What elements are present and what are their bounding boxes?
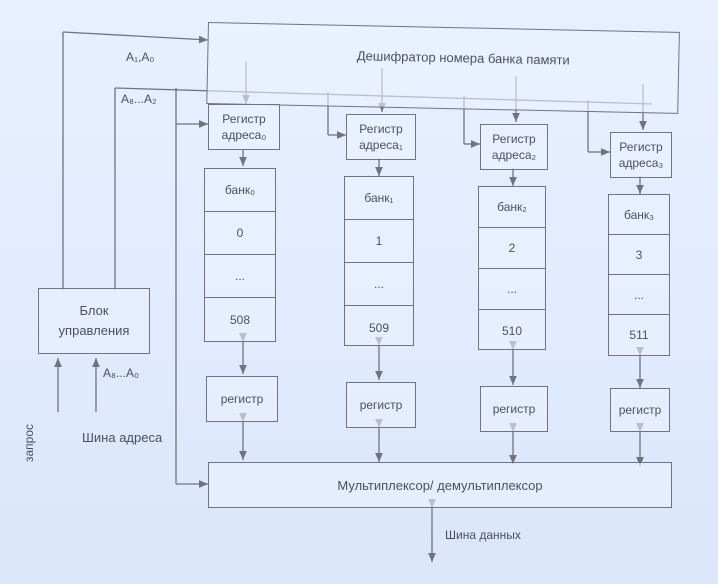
control-block-label-line2: управления <box>58 323 130 338</box>
data-register-2-label: регистр <box>492 402 536 416</box>
bank-0-cell-ellipsis: ... <box>205 255 275 298</box>
address-register-0: Регистр адреса₀ <box>208 104 280 150</box>
bank-1-cell-ellipsis: ... <box>345 263 413 306</box>
address-register-0-line1: Регистр <box>222 112 266 126</box>
bank-0-cell-last: 508 <box>229 312 251 327</box>
bank-1-cell-last: 509 <box>368 320 390 335</box>
address-register-2-line2: адреса₂ <box>491 148 537 162</box>
address-bus-label: Шина адреса <box>82 430 163 445</box>
address-register-1: Регистр адреса₁ <box>346 114 416 160</box>
control-block: Блок управления <box>38 288 150 354</box>
bank-1-name: банк₁ <box>345 177 413 220</box>
control-block-label-line1: Блок <box>79 303 109 318</box>
data-register-0: регистр <box>206 376 278 422</box>
address-register-3: Регистр адреса₃ <box>610 132 672 178</box>
bank-2-name: банк₂ <box>479 187 545 228</box>
memory-bank-0: банк₀ 0 ... 508 <box>204 168 276 342</box>
address-register-2-line1: Регистр <box>492 132 536 146</box>
data-register-0-label: регистр <box>220 392 264 406</box>
bank-0-name: банк₀ <box>205 169 275 212</box>
bank-3-cell-ellipsis: ... <box>609 275 669 315</box>
address-register-3-line1: Регистр <box>619 140 663 154</box>
multiplexer-label: Мультиплексор/ демультиплексор <box>337 477 543 493</box>
memory-bank-1: банк₁ 1 ... 509 <box>344 176 414 346</box>
request-label: запрос <box>22 423 36 462</box>
control-address-in-label: A₈...A₀ <box>103 366 139 380</box>
multiplexer-demultiplexer: Мультиплексор/ демультиплексор <box>208 462 672 508</box>
bank-decoder-label: Дешифратор номера банка памяти <box>356 47 570 68</box>
address-register-0-line2: адреса₀ <box>221 128 267 142</box>
data-bus-label: Шина данных <box>445 528 521 542</box>
bank-2-cell-first: 2 <box>479 228 545 269</box>
data-register-2: регистр <box>480 386 548 432</box>
bank-2-cell-last: 510 <box>501 323 523 338</box>
upper-address-label: A₈...A₂ <box>121 92 157 106</box>
decoder-address-label: A₁,A₀ <box>126 50 155 64</box>
bank-1-cell-first: 1 <box>345 220 413 263</box>
address-register-1-line2: адреса₁ <box>359 138 403 152</box>
address-register-1-line1: Регистр <box>359 122 403 136</box>
data-register-1-label: регистр <box>359 398 403 412</box>
bank-0-cell-first: 0 <box>205 212 275 255</box>
memory-bank-2: банк₂ 2 ... 510 <box>478 186 546 350</box>
data-register-1: регистр <box>346 382 416 428</box>
bank-3-cell-first: 3 <box>609 235 669 275</box>
memory-bank-3: банк₃ 3 ... 511 <box>608 194 670 356</box>
data-register-3-label: регистр <box>618 403 662 417</box>
address-register-2: Регистр адреса₂ <box>480 124 548 170</box>
bank-2-cell-ellipsis: ... <box>479 269 545 310</box>
bank-decoder: Дешифратор номера банка памяти <box>206 22 680 114</box>
bank-3-cell-last: 511 <box>629 328 649 342</box>
data-register-3: регистр <box>610 388 670 432</box>
bank-3-name: банк₃ <box>609 195 669 235</box>
address-register-3-line2: адреса₃ <box>618 156 664 170</box>
